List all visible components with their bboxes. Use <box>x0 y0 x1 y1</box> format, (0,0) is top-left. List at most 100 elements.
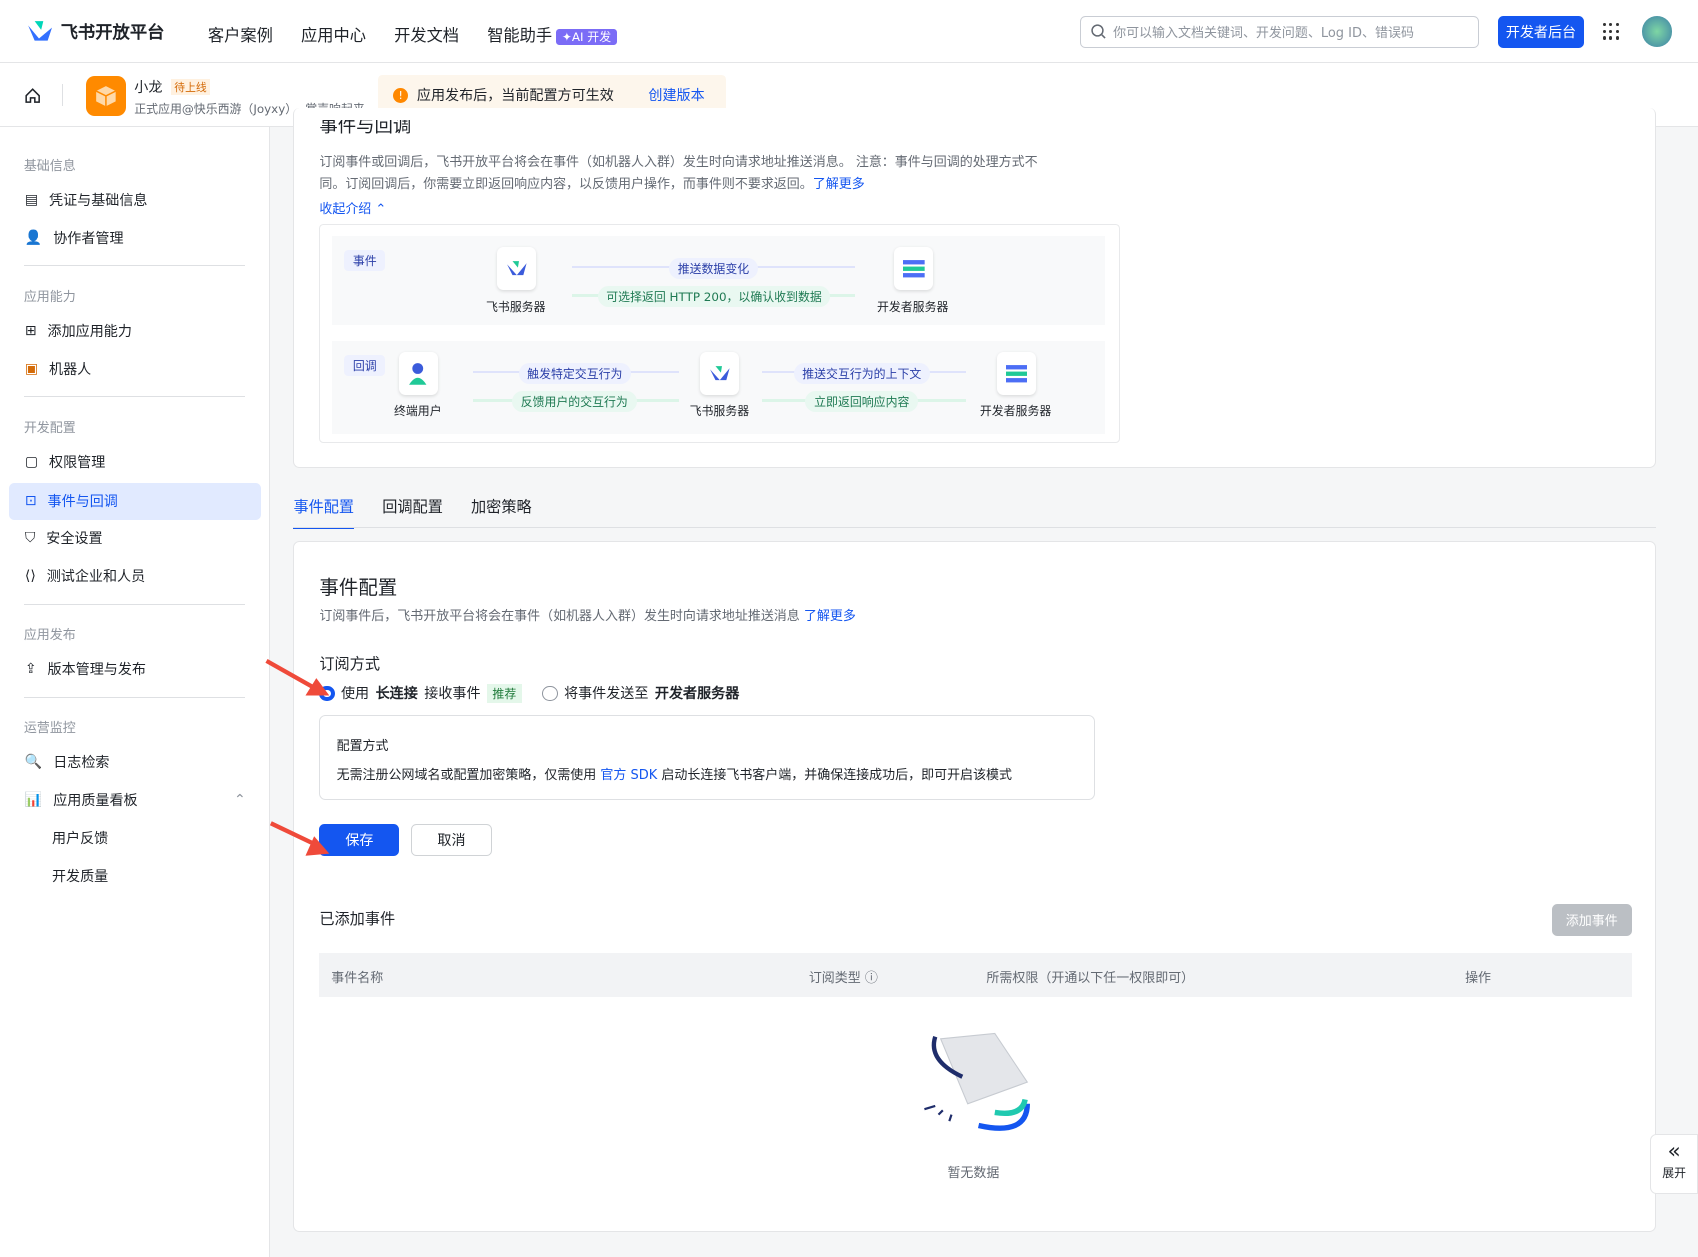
sidebar-item-permissions[interactable]: ▢ 权限管理 <box>9 444 261 481</box>
sidebar-section-title: 运营监控 <box>23 720 76 736</box>
sidebar-item-dev-quality[interactable]: 开发质量 <box>9 858 261 895</box>
event-callback-diagram: 事件 回调 飞书服务器 推送数据变化 可选择返回 HTTP 200，以确认收到数… <box>319 224 1120 443</box>
added-events-title: 已添加事件 <box>319 910 396 929</box>
briefcase-icon: ▢ <box>24 454 39 471</box>
add-event-button[interactable]: 添加事件 <box>1551 904 1632 936</box>
event-config-card: 事件配置 订阅事件后，飞书开放平台将会在事件（如机器人入群）发生时向请求地址推送… <box>293 541 1656 1233</box>
create-version-link[interactable]: 创建版本 <box>648 85 704 105</box>
shield-icon: ⛉ <box>24 530 36 547</box>
radio-unchecked-icon <box>542 685 558 701</box>
empty-box-illustration <box>924 1032 1031 1131</box>
sidebar-section-title: 开发配置 <box>23 420 76 436</box>
node-label: 终端用户 <box>393 403 442 418</box>
node-label: 飞书服务器 <box>486 299 546 314</box>
user-avatar[interactable] <box>1641 16 1672 47</box>
learn-more-link[interactable]: 了解更多 <box>804 609 856 624</box>
empty-state-text: 暂无数据 <box>947 1165 1000 1181</box>
ai-badge: ✦AI 开发 <box>556 28 617 45</box>
column-permissions: 所需权限（开通以下任一权限即可） <box>986 970 1195 986</box>
tab-event-config[interactable]: 事件配置 <box>293 487 355 529</box>
top-nav-bar: 飞书开放平台 客户案例 应用中心 开发文档 智能助手 ✦AI 开发 你可以输入文档… <box>0 0 1698 63</box>
robot-icon: ▣ <box>24 361 39 378</box>
column-event-name: 事件名称 <box>331 970 384 986</box>
sidebar-item-security[interactable]: ⛉ 安全设置 <box>9 520 261 557</box>
sidebar-item-quality[interactable]: 📊 应用质量看板 ⌃ <box>9 782 261 819</box>
code-icon: ⟨⟩ <box>24 568 36 585</box>
sidebar-item-label: 凭证与基础信息 <box>49 193 148 210</box>
bar-chart-icon: 📊 <box>24 792 43 809</box>
node-label: 开发者服务器 <box>876 299 949 314</box>
app-status-badge: 待上线 <box>171 78 210 95</box>
recommend-badge: 推荐 <box>487 683 522 703</box>
sidebar-item-versions[interactable]: ⇪ 版本管理与发布 <box>9 651 261 688</box>
cancel-button[interactable]: 取消 <box>411 823 492 857</box>
sidebar-item-credentials[interactable]: ▤ 凭证与基础信息 <box>9 182 261 219</box>
search-input[interactable]: 你可以输入文档关键词、开发问题、Log ID、错误码 <box>1079 16 1480 48</box>
divider <box>61 84 63 107</box>
sidebar-section-title: 应用发布 <box>23 627 76 643</box>
grid-plus-icon: ⊞ <box>24 323 37 340</box>
section-title: 事件配置 <box>319 575 398 599</box>
event-icon: ⊡ <box>24 493 37 510</box>
sidebar-item-label: 协作者管理 <box>53 231 124 248</box>
sidebar-item-label: 添加应用能力 <box>47 324 132 341</box>
feishu-server-icon <box>496 246 536 291</box>
column-subscription-type: 订阅类型 ⓘ <box>808 970 878 986</box>
sidebar: 基础信息 ▤ 凭证与基础信息 👤 协作者管理 应用能力 ⊞ 添加应用能力 ▣ 机器人 开… <box>0 126 270 1257</box>
sidebar-item-add-capability[interactable]: ⊞ 添加应用能力 <box>9 313 261 350</box>
app-name: 小龙 <box>134 79 163 96</box>
sidebar-item-collaborators[interactable]: 👤 协作者管理 <box>9 220 261 257</box>
nav-cases[interactable]: 客户案例 <box>208 22 273 46</box>
divider <box>23 396 245 398</box>
sidebar-item-label: 机器人 <box>49 362 92 379</box>
search-icon <box>1091 24 1107 39</box>
developer-console-button[interactable]: 开发者后台 <box>1497 16 1585 48</box>
flow-label: 触发特定交互行为 <box>518 362 632 384</box>
nav-app-center[interactable]: 应用中心 <box>301 22 366 46</box>
flow-label: 立即返回响应内容 <box>805 390 919 413</box>
sidebar-item-bot[interactable]: ▣ 机器人 <box>9 351 261 388</box>
intro-card: 事件与回调 订阅事件或回调后，飞书开放平台将会在事件（如机器人入群）发生时向请求… <box>293 108 1656 468</box>
config-tabs: 事件配置 回调配置 加密策略 <box>293 487 532 529</box>
feishu-logo-icon <box>28 21 52 41</box>
intro-description: 订阅事件或回调后，飞书开放平台将会在事件（如机器人入群）发生时向请求地址推送消息… <box>319 154 1038 193</box>
callback-tag: 回调 <box>344 355 386 377</box>
node-label: 开发者服务器 <box>979 403 1052 418</box>
sidebar-section-title: 应用能力 <box>23 289 76 305</box>
event-row <box>332 235 1106 325</box>
end-user-icon <box>399 351 439 396</box>
warning-icon: ! <box>393 87 409 103</box>
events-table-header: 事件名称 订阅类型 ⓘ 所需权限（开通以下任一权限即可） 操作 <box>319 952 1632 998</box>
nav-assistant[interactable]: 智能助手 ✦AI 开发 <box>487 22 617 46</box>
dev-server-icon <box>997 351 1037 396</box>
collapse-intro-link[interactable]: 收起介绍 ⌃ <box>319 198 386 217</box>
home-icon[interactable] <box>24 87 41 104</box>
chevron-up-icon[interactable]: ⌃ <box>234 792 246 808</box>
flow-label: 推送数据变化 <box>669 257 758 279</box>
brand-name: 飞书开放平台 <box>60 23 165 44</box>
app-icon <box>85 75 126 116</box>
nav-assistant-label: 智能助手 <box>487 25 553 45</box>
learn-more-link[interactable]: 了解更多 <box>813 177 865 192</box>
expand-panel-button[interactable]: « 展开 <box>1650 1133 1698 1195</box>
divider <box>23 265 245 267</box>
radio-dev-server[interactable]: 将事件发送至 开发者服务器 <box>542 683 739 703</box>
nav-docs[interactable]: 开发文档 <box>394 22 459 46</box>
sidebar-item-label: 测试企业和人员 <box>46 569 146 586</box>
tab-encryption[interactable]: 加密策略 <box>471 487 532 528</box>
flow-label: 可选择返回 HTTP 200，以确认收到数据 <box>597 285 831 308</box>
brand-logo[interactable]: 飞书开放平台 <box>26 18 165 43</box>
official-sdk-link[interactable]: 官方 SDK <box>600 768 657 783</box>
sidebar-item-test-tenant[interactable]: ⟨⟩ 测试企业和人员 <box>9 558 261 595</box>
sidebar-item-label: 版本管理与发布 <box>47 662 146 679</box>
tab-callback-config[interactable]: 回调配置 <box>382 487 443 528</box>
column-actions: 操作 <box>1465 970 1492 986</box>
log-search-icon: 🔍 <box>24 754 43 771</box>
sidebar-item-feedback[interactable]: 用户反馈 <box>9 820 261 857</box>
radio-long-connection[interactable]: 使用 长连接 接收事件 推荐 <box>319 683 522 703</box>
sidebar-item-logs[interactable]: 🔍 日志检索 <box>9 744 261 781</box>
search-placeholder: 你可以输入文档关键词、开发问题、Log ID、错误码 <box>1113 26 1414 42</box>
help-icon[interactable]: ⓘ <box>865 971 878 986</box>
sidebar-item-events-callbacks[interactable]: ⊡ 事件与回调 <box>8 482 261 520</box>
apps-grid-icon[interactable] <box>1602 22 1620 41</box>
